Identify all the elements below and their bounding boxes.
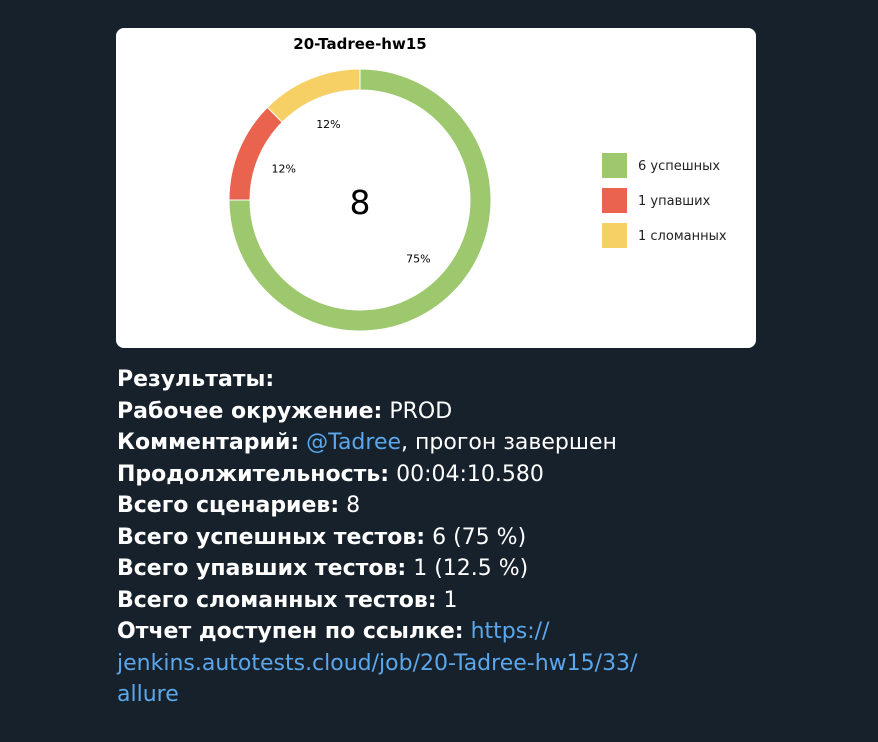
duration-line: Продолжительность: 00:04:10.580 <box>117 459 777 491</box>
report-link-part2[interactable]: jenkins.autotests.cloud/job/20-Tadree-hw… <box>117 651 637 676</box>
scenarios-line: Всего сценариев: 8 <box>117 490 777 522</box>
env-value: PROD <box>382 398 453 424</box>
scenarios-value: 8 <box>339 493 361 518</box>
failed-line: Всего упавших тестов: 1 (12.5 %) <box>117 553 777 585</box>
report-line: Отчет доступен по ссылке: https:// <box>117 616 777 648</box>
comment-line: Комментарий: @Tadree, прогон завершен <box>117 427 777 459</box>
slice-percent-label: 12% <box>272 162 296 175</box>
duration-value: 00:04:10.580 <box>389 461 544 487</box>
comment-value: , прогон завершен <box>401 430 617 455</box>
passed-label: Всего успешных тестов: <box>117 524 426 550</box>
broken-label: Всего сломанных тестов: <box>117 587 437 613</box>
chart-image[interactable]: 20-Tadree-hw15 75% 12% 12% 8 6 успешных 1 у… <box>116 28 756 348</box>
message-text: Результаты: Рабочее окружение: PROD Комм… <box>117 364 777 711</box>
report-link-part3[interactable]: allure <box>117 682 179 707</box>
legend-swatch <box>602 223 627 248</box>
donut-slice <box>228 106 283 201</box>
legend-label: 1 упавших <box>638 194 711 209</box>
failed-label: Всего упавших тестов: <box>117 556 407 581</box>
comment-label: Комментарий: <box>117 430 300 455</box>
broken-value: 1 <box>436 587 458 613</box>
chart-title: 20-Tadree-hw15 <box>293 35 426 53</box>
report-link-line2: jenkins.autotests.cloud/job/20-Tadree-hw… <box>117 648 777 680</box>
results-line: Результаты: <box>117 364 777 396</box>
failed-value: 1 (12.5 %) <box>406 556 529 581</box>
donut-chart: 20-Tadree-hw15 75% 12% 12% 8 6 успешных 1 у… <box>228 35 727 332</box>
report-link-part1[interactable]: https:// <box>471 619 550 644</box>
chart-center-total: 8 <box>350 183 371 222</box>
mention-link[interactable]: @Tadree <box>306 430 401 455</box>
legend-swatch <box>602 153 627 178</box>
chart-legend: 6 успешных 1 упавших 1 сломанных <box>602 153 727 248</box>
broken-line: Всего сломанных тестов: 1 <box>117 585 777 617</box>
legend-label: 6 успешных <box>638 159 720 174</box>
passed-value: 6 (75 %) <box>425 524 527 550</box>
slice-percent-label: 75% <box>406 252 430 265</box>
donut-slice <box>266 68 361 123</box>
report-label: Отчет доступен по ссылке: <box>117 619 464 644</box>
slice-percent-label: 12% <box>316 118 340 131</box>
env-label: Рабочее окружение: <box>117 398 383 424</box>
results-label: Результаты: <box>117 367 275 392</box>
env-line: Рабочее окружение: PROD <box>117 396 777 428</box>
passed-line: Всего успешных тестов: 6 (75 %) <box>117 522 777 554</box>
report-link-line3: allure <box>117 679 777 711</box>
scenarios-label: Всего сценариев: <box>117 493 340 518</box>
legend-swatch <box>602 188 627 213</box>
duration-label: Продолжительность: <box>117 461 390 487</box>
legend-label: 1 сломанных <box>638 229 727 244</box>
